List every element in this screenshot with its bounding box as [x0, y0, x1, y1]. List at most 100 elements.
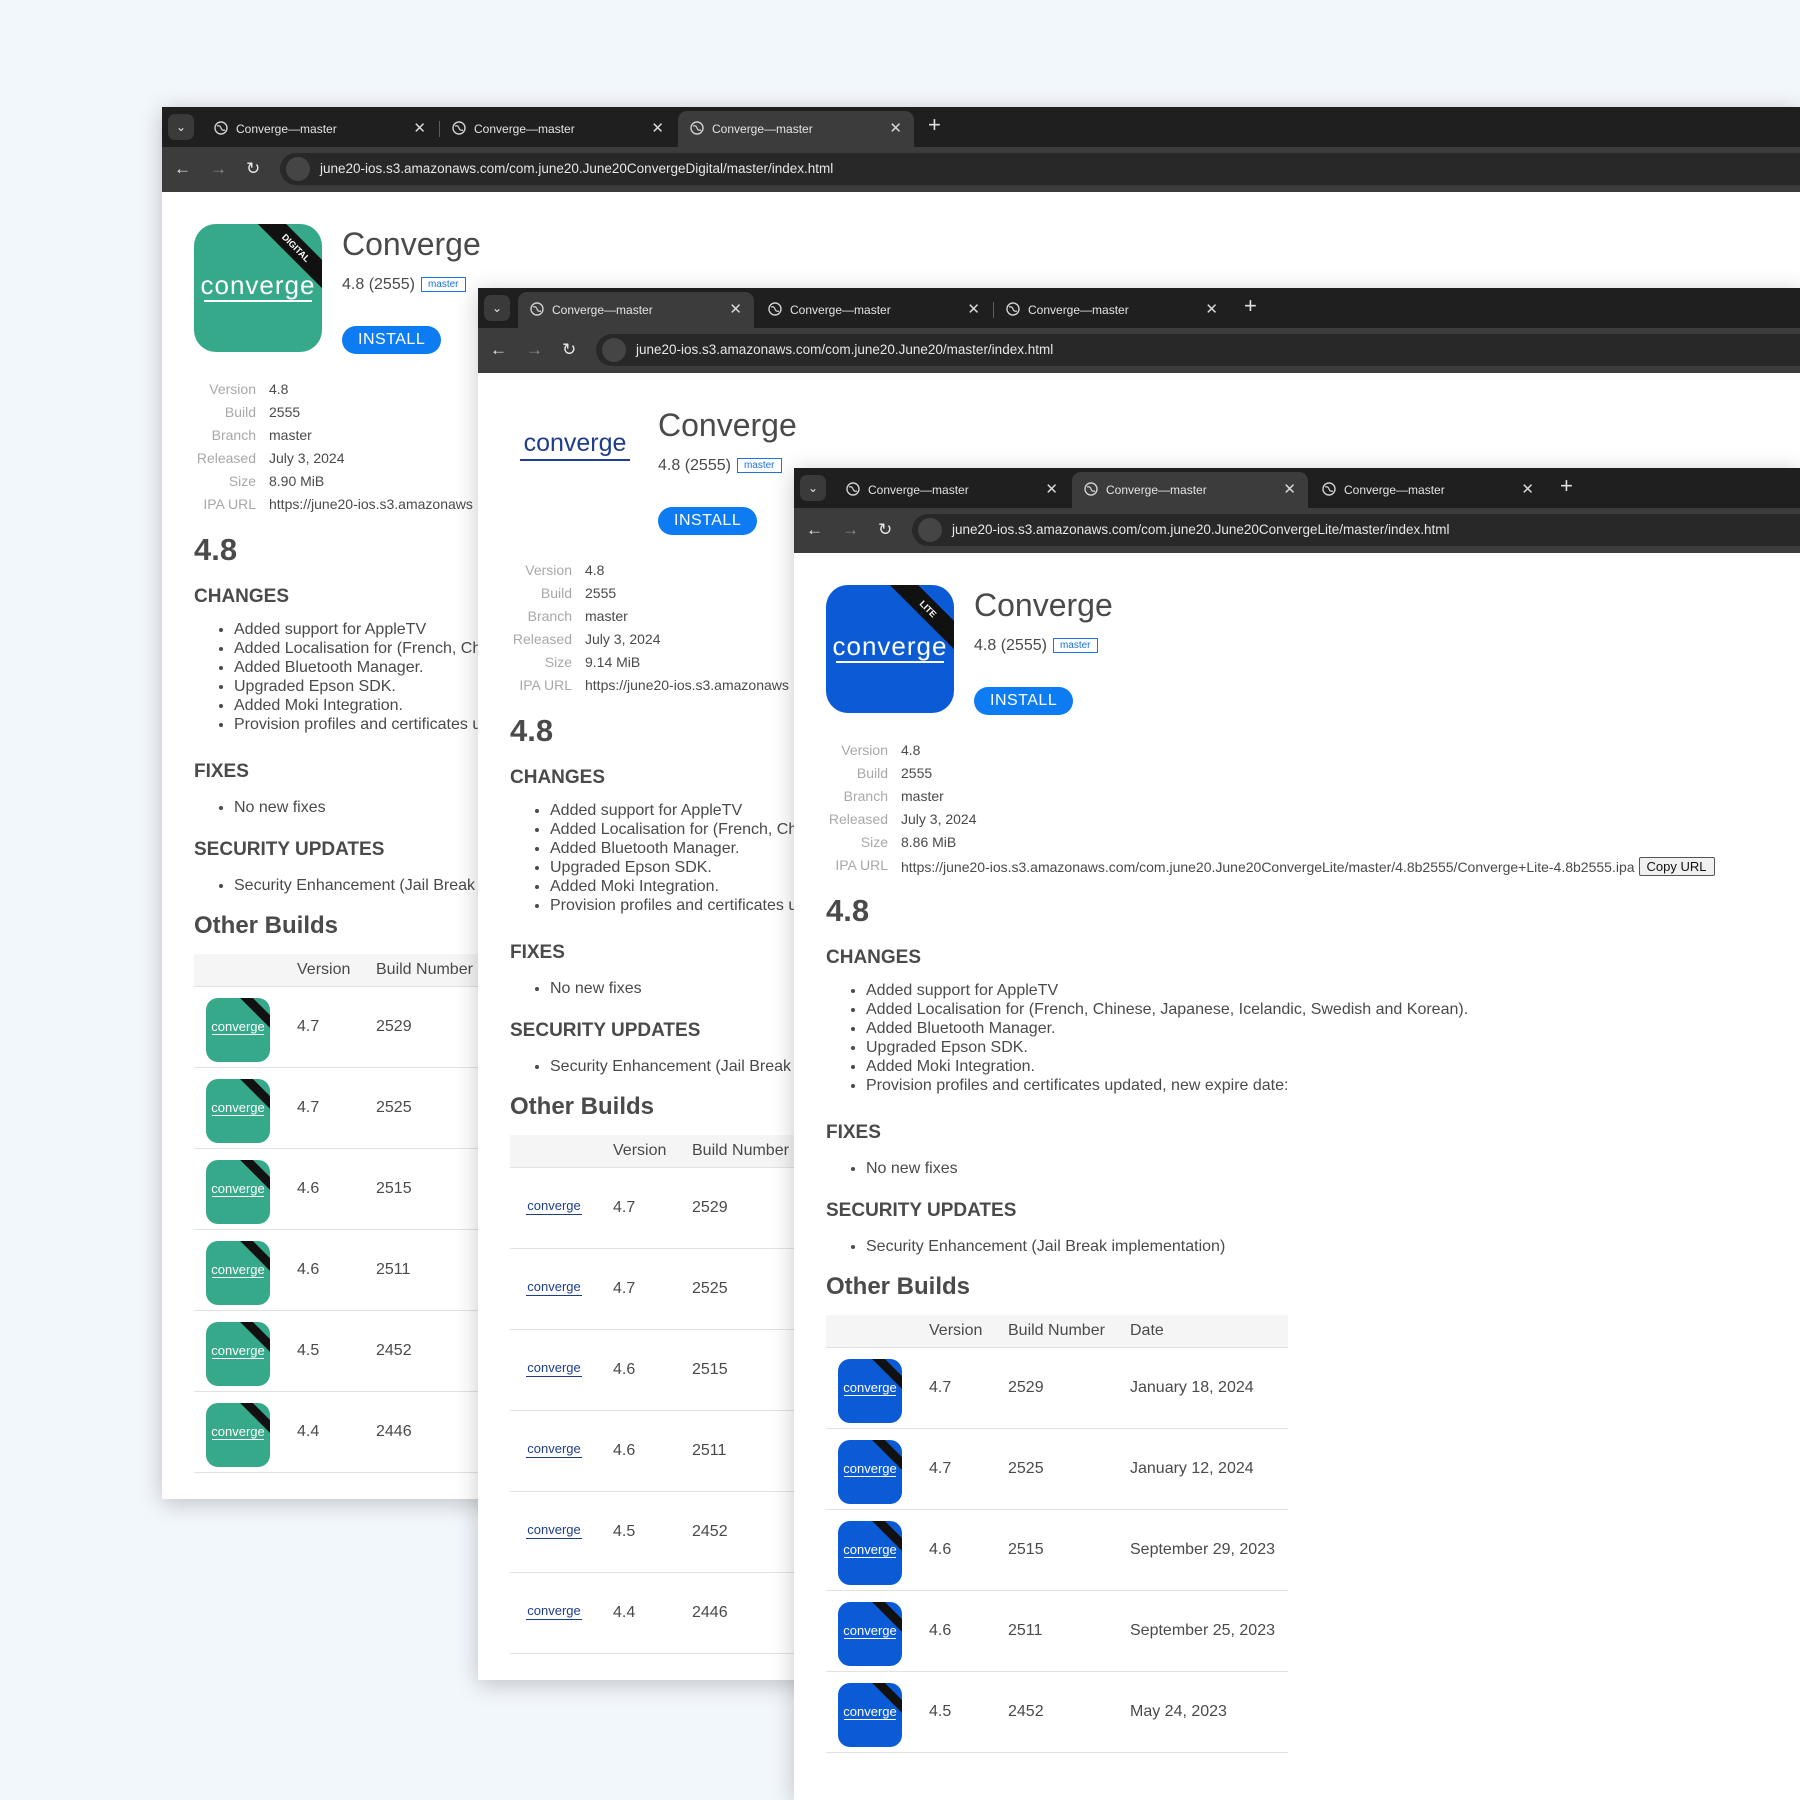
- back-arrow-icon[interactable]: ←: [490, 340, 507, 360]
- metadata-value-text: July 3, 2024: [269, 450, 345, 466]
- build-row[interactable]: converge 4.7 2525 January 12, 2024: [826, 1429, 1288, 1510]
- close-tab-icon[interactable]: ✕: [651, 119, 664, 137]
- metadata-value-text: master: [269, 427, 312, 443]
- address-bar[interactable]: june20-ios.s3.amazonaws.com/com.june20.J…: [596, 334, 1800, 366]
- browser-tab[interactable]: Converge—master ✕: [834, 472, 1070, 508]
- close-tab-icon[interactable]: ✕: [967, 300, 980, 318]
- build-row[interactable]: converge 4.6 2515 September 29, 2023: [826, 1510, 1288, 1591]
- browser-tab[interactable]: Converge—master ✕: [202, 111, 438, 147]
- globe-icon: [530, 302, 544, 316]
- metadata-value: https://june20-ios.s3.amazonaws.com/com.…: [901, 857, 1715, 876]
- version-build: 4.8 (2555): [974, 637, 1047, 654]
- change-item: Added Moki Integration.: [234, 696, 481, 715]
- metadata-key: Version: [525, 562, 572, 578]
- browser-tab[interactable]: Converge—master ✕: [1072, 472, 1308, 508]
- builds-table: Version Build Number Date converge 4.7 2529 Ja…: [826, 1315, 1288, 1753]
- build-icon[interactable]: converge: [206, 1241, 270, 1305]
- build-number: 2515: [1008, 1541, 1044, 1558]
- metadata-value: 4.8: [585, 562, 604, 578]
- build-logo: converge: [843, 1380, 897, 1395]
- build-number: 2525: [1008, 1460, 1044, 1477]
- tab-search-button[interactable]: ⌄: [800, 475, 826, 501]
- build-icon[interactable]: converge: [838, 1683, 902, 1747]
- new-tab-button[interactable]: +: [1244, 293, 1257, 319]
- url-text: june20-ios.s3.amazonaws.com/com.june20.J…: [320, 161, 834, 176]
- browser-tab[interactable]: Converge—master ✕: [756, 292, 992, 328]
- metadata-value: 2555: [269, 404, 300, 420]
- build-logo: converge: [843, 1623, 897, 1638]
- build-icon[interactable]: converge: [206, 1403, 270, 1467]
- metadata-value-text: https://june20-ios.s3.amazonaws.com/com.…: [901, 859, 1635, 875]
- close-tab-icon[interactable]: ✕: [1205, 300, 1218, 318]
- metadata-value: https://june20-ios.s3.amazonaws: [269, 496, 473, 512]
- new-tab-button[interactable]: +: [1560, 473, 1573, 499]
- browser-tab[interactable]: Converge—master ✕: [1310, 472, 1546, 508]
- new-tab-button[interactable]: +: [928, 112, 941, 138]
- fix-item: No new fixes: [234, 798, 326, 817]
- address-bar[interactable]: june20-ios.s3.amazonaws.com/com.june20.J…: [912, 514, 1800, 546]
- close-tab-icon[interactable]: ✕: [889, 119, 902, 137]
- build-icon[interactable]: converge: [206, 1079, 270, 1143]
- build-logo: converge: [211, 1019, 265, 1034]
- app-icon: converge LITE: [826, 585, 954, 713]
- forward-arrow-icon[interactable]: →: [210, 159, 227, 179]
- build-number: 2511: [1008, 1622, 1043, 1639]
- logo-underline: [520, 459, 630, 461]
- build-date: September 25, 2023: [1130, 1622, 1275, 1639]
- column-version: Version: [613, 1142, 667, 1159]
- site-info-icon[interactable]: [286, 157, 310, 181]
- build-version: 4.7: [929, 1460, 952, 1477]
- tab-search-button[interactable]: ⌄: [484, 295, 510, 321]
- logo-underline: [526, 1538, 582, 1539]
- back-arrow-icon[interactable]: ←: [806, 520, 823, 540]
- globe-icon: [768, 302, 782, 316]
- build-version: 4.7: [929, 1379, 952, 1396]
- reload-icon[interactable]: ↻: [246, 159, 260, 179]
- build-icon[interactable]: converge: [838, 1359, 902, 1423]
- build-icon[interactable]: converge: [206, 1322, 270, 1386]
- browser-tab[interactable]: Converge—master ✕: [440, 111, 676, 147]
- reload-icon[interactable]: ↻: [878, 520, 892, 540]
- address-bar[interactable]: june20-ios.s3.amazonaws.com/com.june20.J…: [280, 153, 1800, 185]
- browser-tab[interactable]: Converge—master ✕: [994, 292, 1230, 328]
- site-info-icon[interactable]: [918, 518, 942, 542]
- build-row[interactable]: converge 4.6 2511 September 25, 2023: [826, 1591, 1288, 1672]
- reload-icon[interactable]: ↻: [562, 340, 576, 360]
- install-button[interactable]: INSTALL: [974, 687, 1074, 715]
- metadata-value: 4.8: [269, 381, 288, 397]
- change-item: Added support for AppleTV: [550, 801, 797, 820]
- close-tab-icon[interactable]: ✕: [413, 119, 426, 137]
- build-row[interactable]: converge 4.5 2452 May 24, 2023: [826, 1672, 1288, 1753]
- close-tab-icon[interactable]: ✕: [1045, 480, 1058, 498]
- browser-tab[interactable]: Converge—master ✕: [678, 111, 914, 147]
- metadata-value-text: 4.8: [901, 742, 921, 758]
- install-button[interactable]: INSTALL: [342, 326, 442, 354]
- close-tab-icon[interactable]: ✕: [1283, 480, 1296, 498]
- build-icon[interactable]: converge: [206, 998, 270, 1062]
- change-item: Added Moki Integration.: [866, 1057, 1468, 1076]
- build-icon[interactable]: converge: [838, 1440, 902, 1504]
- build-row[interactable]: converge 4.7 2529 January 18, 2024: [826, 1348, 1288, 1429]
- tab-title: Converge—master: [1106, 483, 1207, 497]
- metadata-key: IPA URL: [203, 496, 256, 512]
- tab-title: Converge—master: [552, 303, 653, 317]
- copy-url-button[interactable]: Copy URL: [1638, 857, 1715, 876]
- build-icon[interactable]: converge: [838, 1521, 902, 1585]
- metadata-value-text: 8.86 MiB: [901, 834, 957, 850]
- change-item: Upgraded Epson SDK.: [234, 677, 481, 696]
- forward-arrow-icon[interactable]: →: [526, 340, 543, 360]
- browser-window-lite[interactable]: ⌄ Converge—master ✕ Converge—master ✕ Converg…: [794, 468, 1800, 1800]
- change-item: Added Localisation for (French, Ch: [234, 639, 481, 658]
- app-title: Converge: [342, 226, 481, 262]
- build-icon[interactable]: converge: [838, 1602, 902, 1666]
- build-icon[interactable]: converge: [206, 1160, 270, 1224]
- site-info-icon[interactable]: [602, 338, 626, 362]
- tab-search-button[interactable]: ⌄: [168, 114, 194, 140]
- close-tab-icon[interactable]: ✕: [729, 300, 742, 318]
- install-button[interactable]: INSTALL: [658, 507, 758, 535]
- browser-tab[interactable]: Converge—master ✕: [518, 292, 754, 328]
- close-tab-icon[interactable]: ✕: [1521, 480, 1534, 498]
- forward-arrow-icon[interactable]: →: [842, 520, 859, 540]
- build-date: May 24, 2023: [1130, 1703, 1227, 1720]
- back-arrow-icon[interactable]: ←: [174, 159, 191, 179]
